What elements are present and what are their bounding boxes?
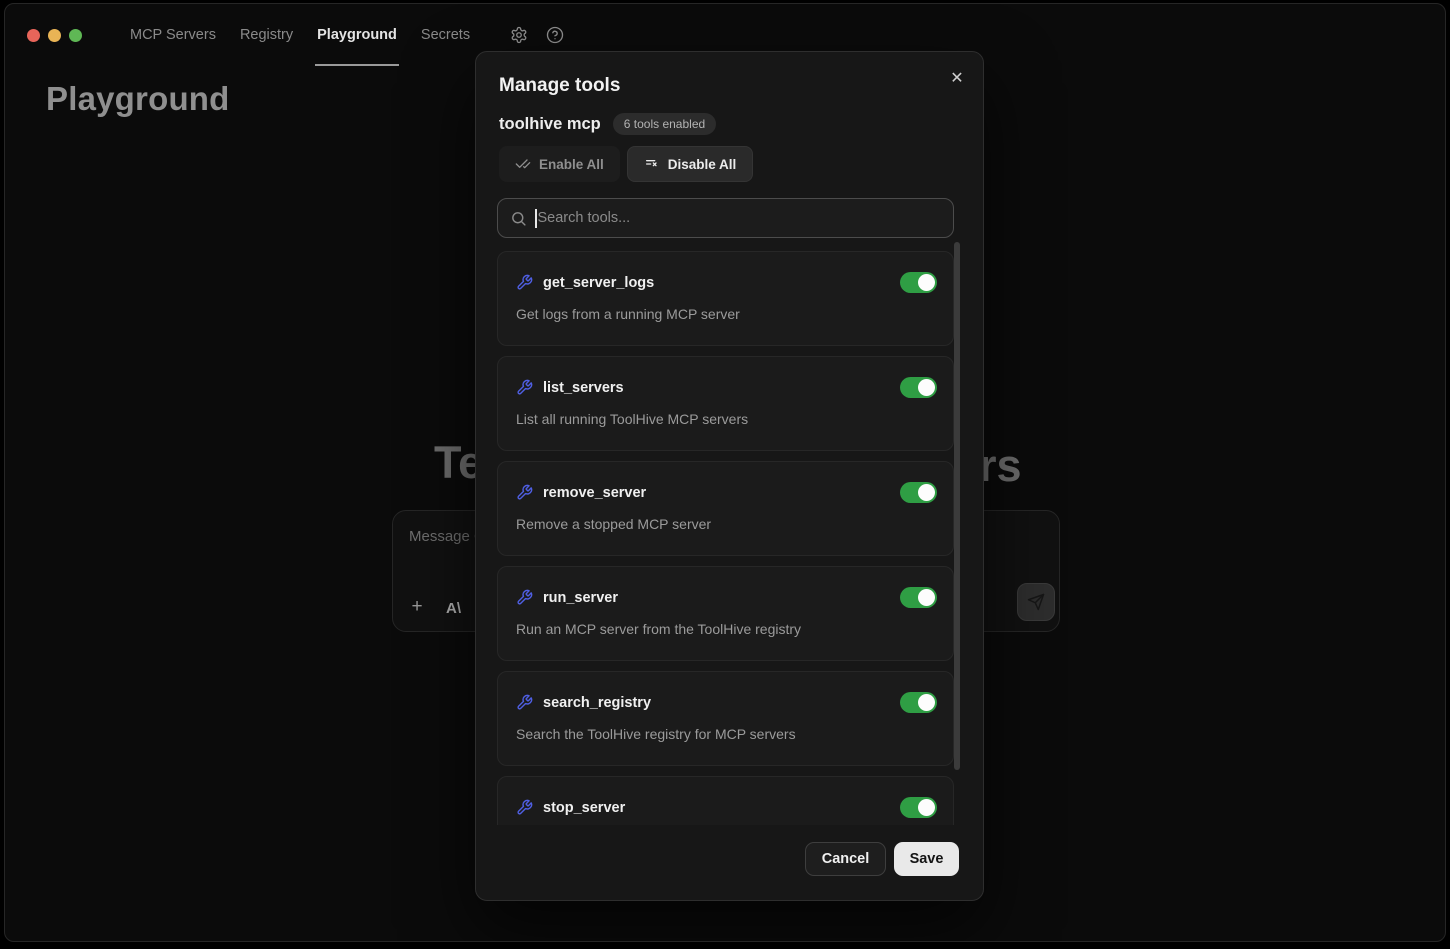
tool-card: search_registry Search the ToolHive regi… <box>497 671 954 766</box>
send-button[interactable] <box>1017 583 1055 621</box>
wrench-icon <box>516 379 533 396</box>
message-input-placeholder[interactable]: Message C <box>409 528 485 545</box>
tool-card: remove_server Remove a stopped MCP serve… <box>497 461 954 556</box>
toggle-knob <box>918 484 935 501</box>
tool-card: stop_server <box>497 776 954 825</box>
wrench-icon <box>516 694 533 711</box>
tab-mcp-servers[interactable]: MCP Servers <box>130 4 216 66</box>
search-input[interactable] <box>537 210 942 226</box>
tool-name: get_server_logs <box>543 275 890 291</box>
tool-card: run_server Run an MCP server from the To… <box>497 566 954 661</box>
tab-playground[interactable]: Playground <box>317 4 397 66</box>
app-window: MCP Servers Registry Playground Secrets … <box>4 3 1446 942</box>
tool-description: Search the ToolHive registry for MCP ser… <box>516 726 937 742</box>
tool-toggle[interactable] <box>900 797 937 818</box>
tool-toggle[interactable] <box>900 692 937 713</box>
cancel-button[interactable]: Cancel <box>805 842 886 876</box>
tool-name: stop_server <box>543 800 890 816</box>
tool-name: run_server <box>543 590 890 606</box>
traffic-lights <box>27 29 82 42</box>
tools-enabled-badge: 6 tools enabled <box>613 113 716 135</box>
check-check-icon <box>515 156 531 172</box>
main-nav: MCP Servers Registry Playground Secrets <box>130 4 470 66</box>
close-icon[interactable]: ✕ <box>947 68 967 88</box>
toggle-knob <box>918 379 935 396</box>
zoom-window-button[interactable] <box>69 29 82 42</box>
help-icon[interactable] <box>546 26 564 44</box>
minimize-window-button[interactable] <box>48 29 61 42</box>
settings-gear-icon[interactable] <box>510 26 528 44</box>
tool-name: list_servers <box>543 380 890 396</box>
tool-name: remove_server <box>543 485 890 501</box>
wrench-icon <box>516 274 533 291</box>
enable-all-label: Enable All <box>539 157 604 172</box>
list-x-icon <box>644 156 660 172</box>
dialog-title: Manage tools <box>499 75 620 97</box>
tool-toggle[interactable] <box>900 482 937 503</box>
tool-description: Remove a stopped MCP server <box>516 516 937 532</box>
tool-card: get_server_logs Get logs from a running … <box>497 251 954 346</box>
manage-tools-dialog: Manage tools ✕ toolhive mcp 6 tools enab… <box>475 51 984 901</box>
tool-toggle[interactable] <box>900 272 937 293</box>
wrench-icon <box>516 589 533 606</box>
save-button[interactable]: Save <box>894 842 959 876</box>
search-icon <box>510 210 527 227</box>
toggle-knob <box>918 589 935 606</box>
search-box <box>497 198 954 238</box>
toggle-knob <box>918 799 935 816</box>
tab-secrets[interactable]: Secrets <box>421 4 470 66</box>
hero-text-fragment-right: rs <box>979 440 1022 492</box>
active-tab-underline <box>315 64 399 66</box>
enable-all-button[interactable]: Enable All <box>499 146 620 182</box>
tab-registry[interactable]: Registry <box>240 4 293 66</box>
attach-plus-icon[interactable]: + <box>405 595 429 619</box>
toggle-knob <box>918 274 935 291</box>
tool-toggle[interactable] <box>900 377 937 398</box>
tool-name: search_registry <box>543 695 890 711</box>
tool-description: List all running ToolHive MCP servers <box>516 411 937 427</box>
tool-description: Run an MCP server from the ToolHive regi… <box>516 621 937 637</box>
tool-toggle[interactable] <box>900 587 937 608</box>
tool-card: list_servers List all running ToolHive M… <box>497 356 954 451</box>
tab-playground-label: Playground <box>317 27 397 43</box>
paper-plane-icon <box>1027 593 1045 611</box>
wrench-icon <box>516 484 533 501</box>
tool-description: Get logs from a running MCP server <box>516 306 937 322</box>
server-name: toolhive mcp <box>499 115 601 134</box>
disable-all-button[interactable]: Disable All <box>627 146 754 182</box>
toggle-knob <box>918 694 935 711</box>
disable-all-label: Disable All <box>668 157 737 172</box>
close-window-button[interactable] <box>27 29 40 42</box>
text-style-icon[interactable]: A\ <box>446 600 461 617</box>
wrench-icon <box>516 799 533 816</box>
scrollbar-thumb[interactable] <box>954 242 960 770</box>
tool-list: get_server_logs Get logs from a running … <box>497 251 954 825</box>
page-title: Playground <box>46 80 230 118</box>
